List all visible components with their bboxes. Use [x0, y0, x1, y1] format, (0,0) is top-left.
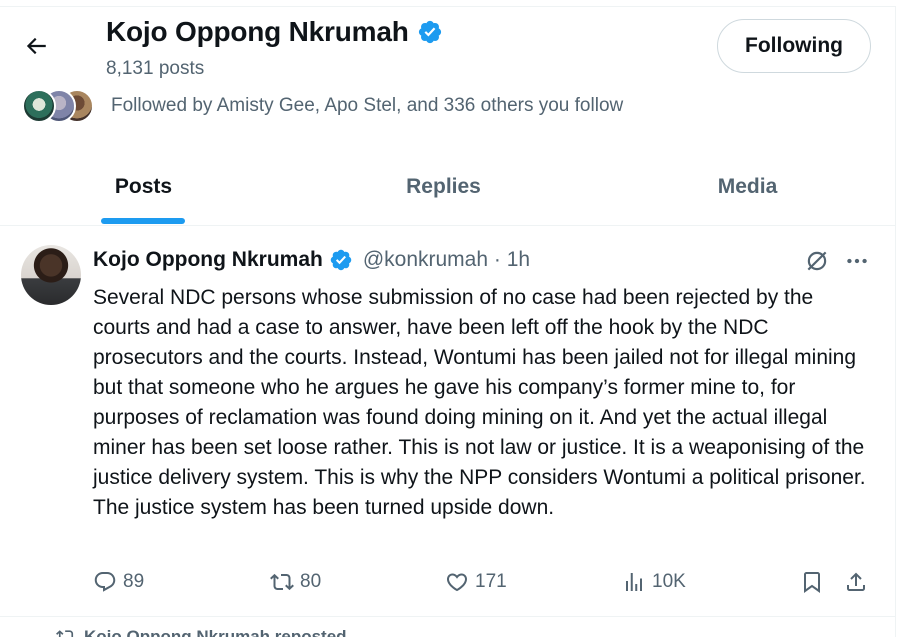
tab-media[interactable]: Media — [600, 148, 895, 225]
like-button[interactable]: 171 — [445, 566, 507, 598]
back-button[interactable] — [18, 28, 54, 64]
tweet-text: Several NDC persons whose submission of … — [93, 286, 866, 519]
reply-button[interactable]: 89 — [93, 566, 144, 598]
profile-name: Kojo Oppong Nkrumah — [106, 16, 409, 47]
active-tab-indicator — [101, 218, 185, 224]
right-border — [895, 6, 896, 637]
profile-tabs: Posts Replies Media — [0, 148, 895, 226]
reply-icon — [94, 572, 116, 592]
tab-replies[interactable]: Replies — [287, 148, 600, 225]
more-icon[interactable] — [844, 248, 870, 274]
tweet-header: Kojo Oppong Nkrumah @konkrumah · 1h — [93, 248, 530, 272]
verified-badge-icon — [330, 249, 352, 271]
top-border — [0, 6, 896, 7]
tweet-handle-time[interactable]: @konkrumah · 1h — [363, 248, 530, 272]
tweet-avatar[interactable] — [21, 245, 81, 305]
like-icon — [446, 573, 468, 592]
post-count: 8,131 posts — [106, 58, 205, 79]
bookmark-button[interactable] — [800, 566, 824, 598]
tab-posts[interactable]: Posts — [0, 148, 287, 225]
verified-badge-icon — [418, 20, 441, 44]
next-tweet-repost-label: Kojo Oppong Nkrumah reposted — [56, 627, 347, 637]
tweet-author-name[interactable]: Kojo Oppong Nkrumah — [93, 248, 323, 272]
views-count: 10K — [652, 571, 686, 592]
repost-button[interactable]: 80 — [270, 566, 321, 598]
back-arrow-icon — [26, 37, 46, 55]
avatar — [22, 89, 56, 123]
views-button[interactable]: 10K — [622, 566, 686, 598]
tweet-actions: 89 80 171 10K — [93, 566, 873, 598]
like-count: 171 — [475, 571, 507, 592]
grok-icon[interactable] — [804, 248, 830, 274]
repost-icon — [56, 630, 74, 637]
repost-icon — [270, 573, 294, 591]
bookmark-icon — [804, 572, 820, 593]
reply-count: 89 — [123, 571, 145, 592]
views-icon — [626, 573, 642, 591]
profile-header: Kojo Oppong Nkrumah — [106, 16, 443, 48]
followed-by-text[interactable]: Followed by Amisty Gee, Apo Stel, and 33… — [111, 95, 623, 117]
tweet-divider — [0, 616, 895, 617]
following-button[interactable]: Following — [717, 19, 871, 73]
share-button[interactable] — [844, 566, 868, 598]
share-icon — [847, 572, 865, 591]
reposted-by-text[interactable]: Kojo Oppong Nkrumah reposted — [84, 627, 347, 637]
followers-avatars[interactable] — [22, 89, 94, 123]
repost-count: 80 — [300, 571, 322, 592]
